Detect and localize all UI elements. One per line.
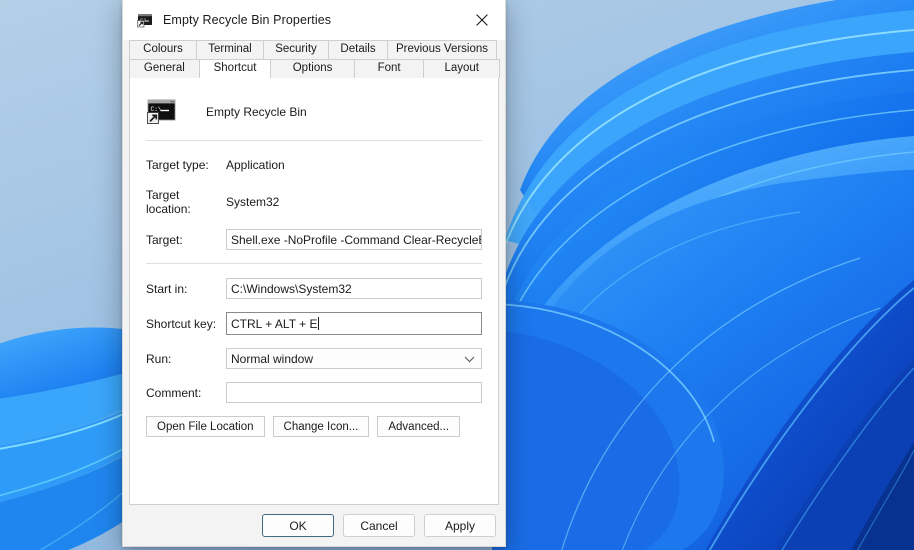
title-bar[interactable]: C:\ Empty Recycle Bin Properties	[123, 0, 505, 40]
tab-shortcut[interactable]: Shortcut	[199, 59, 272, 78]
target-divider	[146, 263, 482, 264]
target-input[interactable]: Shell.exe -NoProfile -Command Clear-Recy…	[226, 229, 482, 250]
field-comment: Comment:	[144, 382, 484, 403]
target-location-label: Target location:	[144, 188, 226, 216]
advanced-button[interactable]: Advanced...	[377, 416, 460, 437]
tab-terminal[interactable]: Terminal	[196, 40, 264, 59]
tab-label: Terminal	[208, 44, 251, 56]
tab-font[interactable]: Font	[354, 59, 425, 78]
shortcut-key-label: Shortcut key:	[144, 317, 226, 331]
shortcut-key-input[interactable]: CTRL + ALT + E	[226, 312, 482, 335]
chevron-down-icon	[464, 352, 475, 366]
command-prompt-shortcut-icon: C:\	[146, 96, 178, 128]
run-select[interactable]: Normal window	[226, 348, 482, 369]
tab-strip: Colours Terminal Security Details Previous V…	[123, 40, 505, 78]
run-selected-value: Normal window	[231, 352, 313, 366]
shortcut-key-value: CTRL + ALT + E	[231, 317, 317, 331]
change-icon-button[interactable]: Change Icon...	[273, 416, 370, 437]
tab-row-top: Colours Terminal Security Details Previous V…	[129, 40, 499, 59]
field-target-type: Target type: Application	[144, 155, 484, 175]
tab-details[interactable]: Details	[328, 40, 388, 59]
tab-label: Security	[275, 44, 317, 56]
shortcut-header: C:\ Empty Recycle Bin	[144, 92, 484, 140]
apply-button[interactable]: Apply	[424, 514, 496, 537]
comment-label: Comment:	[144, 386, 226, 400]
tab-label: Layout	[444, 63, 479, 75]
start-in-input[interactable]: C:\Windows\System32	[226, 278, 482, 299]
target-type-value: Application	[226, 158, 285, 172]
run-label: Run:	[144, 352, 226, 366]
properties-dialog: C:\ Empty Recycle Bin Properties Colours…	[122, 0, 506, 547]
target-location-value: System32	[226, 195, 279, 209]
field-run: Run: Normal window	[144, 348, 484, 369]
tab-label: Previous Versions	[396, 44, 488, 56]
field-target-location: Target location: System32	[144, 188, 484, 216]
tab-label: Shortcut	[214, 63, 257, 75]
open-file-location-button[interactable]: Open File Location	[146, 416, 265, 437]
tab-previous-versions[interactable]: Previous Versions	[387, 40, 497, 59]
shortcut-action-buttons: Open File Location Change Icon... Advanc…	[144, 416, 484, 437]
tab-label: Font	[378, 63, 401, 75]
tab-options[interactable]: Options	[270, 59, 354, 78]
tab-security[interactable]: Security	[263, 40, 329, 59]
shortcut-display-name: Empty Recycle Bin	[206, 105, 307, 119]
field-target: Target: Shell.exe -NoProfile -Command Cl…	[144, 229, 484, 250]
target-label: Target:	[144, 233, 226, 247]
tab-label: Details	[340, 44, 375, 56]
tab-label: Options	[293, 63, 333, 75]
tab-colours[interactable]: Colours	[129, 40, 197, 59]
tab-layout[interactable]: Layout	[423, 59, 500, 78]
dialog-footer: OK Cancel Apply	[123, 505, 505, 546]
desktop: C:\ Empty Recycle Bin Properties Colours…	[0, 0, 914, 550]
console-shortcut-icon: C:\	[137, 12, 153, 28]
comment-input[interactable]	[226, 382, 482, 403]
window-title: Empty Recycle Bin Properties	[163, 13, 331, 27]
tab-general[interactable]: General	[129, 59, 200, 78]
tab-label: Colours	[143, 44, 183, 56]
tab-label: General	[144, 63, 185, 75]
text-caret	[318, 317, 319, 330]
close-icon[interactable]	[459, 0, 505, 40]
tab-row-bottom: General Shortcut Options Font Layout	[129, 59, 499, 78]
start-in-label: Start in:	[144, 282, 226, 296]
ok-button[interactable]: OK	[262, 514, 334, 537]
header-divider	[146, 140, 482, 141]
field-shortcut-key: Shortcut key: CTRL + ALT + E	[144, 312, 484, 335]
shortcut-tab-panel: C:\ Empty Recycle Bin Target type: Appli…	[129, 78, 499, 505]
target-type-label: Target type:	[144, 158, 226, 172]
field-start-in: Start in: C:\Windows\System32	[144, 278, 484, 299]
cancel-button[interactable]: Cancel	[343, 514, 415, 537]
